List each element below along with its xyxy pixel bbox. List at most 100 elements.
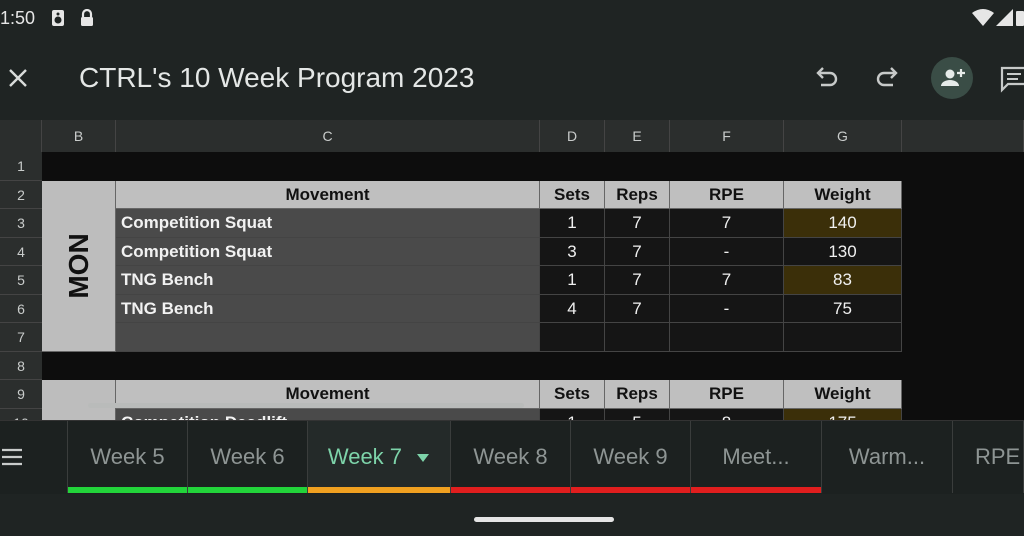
- column-header-h[interactable]: [902, 120, 1024, 152]
- cell-empty[interactable]: [605, 323, 670, 352]
- horizontal-scrollbar[interactable]: [88, 403, 524, 408]
- cell-sets[interactable]: 1: [540, 266, 605, 295]
- row-header-8[interactable]: 8: [0, 352, 42, 380]
- cell-movement[interactable]: Competition Squat: [116, 238, 540, 266]
- cell-reps[interactable]: 7: [605, 238, 670, 266]
- row-header-4[interactable]: 4: [0, 238, 42, 266]
- header-sets[interactable]: Sets: [540, 181, 605, 209]
- cell-movement[interactable]: TNG Bench: [116, 266, 540, 295]
- row-header-2[interactable]: 2: [0, 181, 42, 209]
- cell-reps[interactable]: 7: [605, 209, 670, 238]
- comment-icon: [1000, 66, 1024, 93]
- tab-week-9[interactable]: Week 9: [571, 421, 691, 493]
- cell-reps[interactable]: 7: [605, 295, 670, 323]
- close-icon: [9, 69, 27, 87]
- tab-label: Week 6: [210, 444, 285, 469]
- row-header-5[interactable]: 5: [0, 266, 42, 295]
- cell-rpe[interactable]: 8: [670, 409, 784, 420]
- cell-sets[interactable]: 3: [540, 238, 605, 266]
- share-button[interactable]: [931, 57, 973, 99]
- cell-weight[interactable]: 83: [784, 266, 902, 295]
- cell-rpe[interactable]: 7: [670, 209, 784, 238]
- corner-cell[interactable]: [0, 120, 42, 152]
- tab-label: RPE E: [975, 444, 1023, 469]
- tab-label: Week 5: [90, 444, 165, 469]
- row-header-3[interactable]: 3: [0, 209, 42, 238]
- cell-reps[interactable]: 5: [605, 409, 670, 420]
- cell-rpe[interactable]: -: [670, 295, 784, 323]
- column-header-c[interactable]: C: [116, 120, 540, 152]
- row-header-9[interactable]: 9: [0, 380, 42, 409]
- wifi-icon: [972, 9, 994, 26]
- tab-warmup[interactable]: Warm...: [822, 421, 953, 493]
- tab-color-bar: [691, 487, 821, 493]
- cell-rpe[interactable]: 7: [670, 266, 784, 295]
- spreadsheet-grid[interactable]: B C D E F G 1 2 3 4 5 6 7 8 9 10 MON Mov…: [0, 120, 1024, 420]
- header-sets[interactable]: Sets: [540, 380, 605, 409]
- tab-color-bar: [68, 487, 187, 493]
- sheet-tabs-bar: Week 5 Week 6 Week 7 Week 8 Week 9 Meet.…: [0, 420, 1024, 494]
- tab-label: Week 8: [473, 444, 548, 469]
- cell-movement-empty[interactable]: [116, 323, 540, 352]
- battery-icon: [1016, 11, 1024, 26]
- row-header-6[interactable]: 6: [0, 295, 42, 323]
- header-weight[interactable]: Weight: [784, 181, 902, 209]
- column-header-b[interactable]: B: [42, 120, 116, 152]
- undo-button[interactable]: [808, 60, 844, 96]
- header-movement[interactable]: Movement: [116, 181, 540, 209]
- header-reps[interactable]: Reps: [605, 380, 670, 409]
- cell-sets[interactable]: 1: [540, 209, 605, 238]
- tab-label: Meet...: [722, 444, 790, 469]
- column-header-g[interactable]: G: [784, 120, 902, 152]
- day-label: MON: [62, 233, 94, 299]
- header-reps[interactable]: Reps: [605, 181, 670, 209]
- tab-previous-partial[interactable]: [42, 421, 68, 493]
- redo-button[interactable]: [870, 60, 906, 96]
- cell-empty[interactable]: [670, 323, 784, 352]
- tab-rpe[interactable]: RPE E: [953, 421, 1024, 493]
- row-header-10[interactable]: 10: [0, 409, 42, 420]
- close-button[interactable]: [4, 60, 32, 96]
- cell-sets[interactable]: 1: [540, 409, 605, 420]
- column-header-e[interactable]: E: [605, 120, 670, 152]
- gesture-nav-handle[interactable]: [474, 517, 614, 522]
- menu-icon: [2, 448, 22, 466]
- header-rpe[interactable]: RPE: [670, 181, 784, 209]
- day-cell-next[interactable]: [42, 380, 116, 420]
- all-sheets-button[interactable]: [0, 421, 42, 493]
- cell-reps[interactable]: 7: [605, 266, 670, 295]
- comments-button[interactable]: [998, 60, 1024, 96]
- row-header-7[interactable]: 7: [0, 323, 42, 352]
- cell-sets[interactable]: 4: [540, 295, 605, 323]
- lock-icon: [81, 9, 93, 26]
- tab-label: Warm...: [848, 444, 926, 469]
- tab-week-8[interactable]: Week 8: [451, 421, 571, 493]
- cell-movement[interactable]: Competition Squat: [116, 209, 540, 238]
- tab-meet[interactable]: Meet...: [691, 421, 822, 493]
- cell-empty[interactable]: [540, 323, 605, 352]
- app-bar: CTRL's 10 Week Program 2023: [0, 38, 1024, 120]
- row-header-1[interactable]: 1: [0, 152, 42, 181]
- header-weight[interactable]: Weight: [784, 380, 902, 409]
- cell-movement[interactable]: Competition Deadlift: [116, 409, 540, 420]
- status-bar: 1:50: [0, 0, 1024, 38]
- tab-color-bar: [188, 487, 307, 493]
- cell-rpe[interactable]: -: [670, 238, 784, 266]
- tab-week-5[interactable]: Week 5: [68, 421, 188, 493]
- tab-week-7[interactable]: Week 7: [308, 421, 451, 493]
- tab-color-bar: [451, 487, 570, 493]
- column-header-f[interactable]: F: [670, 120, 784, 152]
- cell-weight[interactable]: 75: [784, 295, 902, 323]
- cell-weight[interactable]: 175: [784, 409, 902, 420]
- header-rpe[interactable]: RPE: [670, 380, 784, 409]
- cell-empty[interactable]: [784, 323, 902, 352]
- cell-weight[interactable]: 130: [784, 238, 902, 266]
- tab-label: Week 7: [327, 444, 403, 469]
- dropdown-arrow-icon[interactable]: [416, 453, 430, 463]
- cell-weight[interactable]: 140: [784, 209, 902, 238]
- cell-movement[interactable]: TNG Bench: [116, 295, 540, 323]
- day-cell[interactable]: MON: [42, 181, 116, 352]
- column-header-d[interactable]: D: [540, 120, 605, 152]
- document-title: CTRL's 10 Week Program 2023: [79, 62, 475, 93]
- tab-week-6[interactable]: Week 6: [188, 421, 308, 493]
